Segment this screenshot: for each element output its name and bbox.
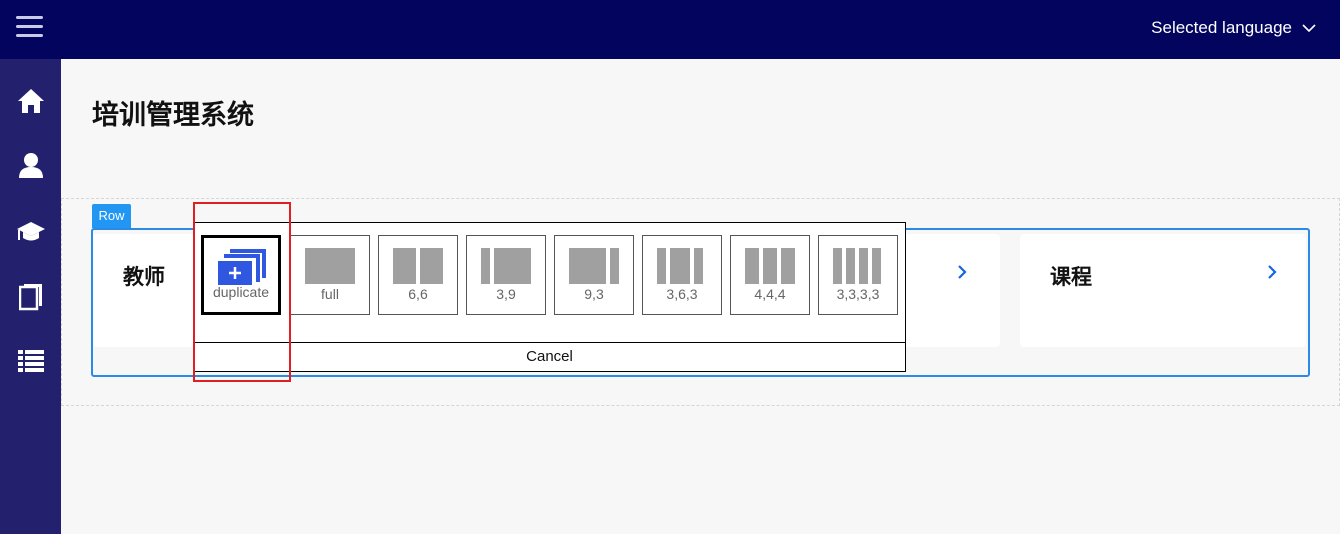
chevron-down-icon: [1302, 23, 1316, 32]
layout-option-3-3-3-3[interactable]: 3,3,3,3: [818, 235, 898, 315]
menu-icon[interactable]: [16, 16, 43, 40]
language-label: Selected language: [1151, 18, 1292, 37]
layout-option-full[interactable]: full: [290, 235, 370, 315]
user-icon[interactable]: [0, 145, 61, 185]
card-course[interactable]: 课程: [1020, 234, 1306, 347]
page-title: 培训管理系统: [92, 100, 254, 131]
cancel-button[interactable]: Cancel: [194, 343, 905, 372]
layout-option-label: 3,9: [496, 286, 516, 302]
list-icon[interactable]: [0, 341, 61, 381]
chevron-right-icon[interactable]: [957, 264, 967, 280]
layout-option-3-6-3[interactable]: 3,6,3: [642, 235, 722, 315]
layout-option-duplicate[interactable]: duplicate: [201, 235, 281, 315]
layout-option-label: 4,4,4: [754, 286, 786, 302]
layout-option-9-3[interactable]: 9,3: [554, 235, 634, 315]
home-icon[interactable]: [0, 81, 61, 121]
layout-option-3-9[interactable]: 3,9: [466, 235, 546, 315]
sidebar: [0, 59, 61, 534]
graduation-cap-icon[interactable]: [0, 212, 61, 252]
chevron-right-icon[interactable]: [1267, 264, 1277, 280]
card-title: 课程: [1050, 265, 1092, 289]
layout-option-label: duplicate: [212, 284, 270, 300]
top-bar: Selected language: [0, 0, 1340, 59]
row-tag[interactable]: Row: [92, 204, 131, 228]
layout-option-label: 3,6,3: [666, 286, 698, 302]
layout-option-label: 6,6: [408, 286, 428, 302]
layout-option-label: 3,3,3,3: [836, 286, 880, 302]
layout-option-label: full: [321, 286, 339, 302]
language-selector[interactable]: Selected language: [1151, 18, 1316, 38]
layout-option-label: 9,3: [584, 286, 604, 302]
duplicate-icon: [218, 249, 266, 285]
layout-option-6-6[interactable]: 6,6: [378, 235, 458, 315]
layout-picker-popup: duplicate full 6,6 3,9 9,3 3,6,3 4,4,4 3…: [193, 222, 906, 372]
book-icon[interactable]: [0, 277, 61, 317]
card-title: 教师: [123, 265, 165, 289]
layout-option-4-4-4[interactable]: 4,4,4: [730, 235, 810, 315]
